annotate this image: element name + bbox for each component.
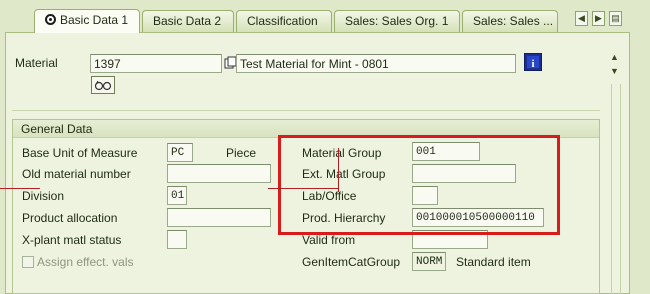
active-tab-icon <box>45 14 56 25</box>
tab-basic-data-2[interactable]: Basic Data 2 <box>142 10 234 32</box>
valid-from-field[interactable] <box>412 230 488 249</box>
tab-label: Sales: Sales Org. 1 <box>345 14 449 28</box>
division-field[interactable]: 01 <box>167 186 187 205</box>
tab-sales-more[interactable]: Sales: Sales ... <box>462 10 558 32</box>
lab-office-field[interactable] <box>412 186 438 205</box>
valid-from-label: Valid from <box>302 233 356 247</box>
assign-effect-label: Assign effect. vals <box>37 255 134 269</box>
tab-label: Basic Data 2 <box>153 14 222 28</box>
tab-scroll-right-icon[interactable]: ▶ <box>592 11 605 26</box>
assign-effect-checkbox[interactable] <box>22 256 34 268</box>
tab-strip: Basic Data 1 Basic Data 2 Classification… <box>0 0 650 33</box>
annotation-line <box>338 148 339 192</box>
material-group-label: Material Group <box>302 146 382 160</box>
product-allocation-field[interactable] <box>167 208 271 227</box>
base-uom-field[interactable]: PC <box>167 143 193 162</box>
old-material-label: Old material number <box>22 167 131 181</box>
division-label: Division <box>22 189 65 203</box>
svg-text:i: i <box>531 58 534 70</box>
material-label: Material <box>15 56 58 70</box>
gen-item-cat-label: GenItemCatGroup <box>302 255 401 269</box>
tab-basic-data-1[interactable]: Basic Data 1 <box>34 9 140 33</box>
base-uom-label: Base Unit of Measure <box>22 146 138 160</box>
xplant-status-field[interactable] <box>167 230 187 249</box>
group-title: General Data <box>13 120 599 138</box>
scroll-up-icon[interactable]: ▲ <box>610 52 619 62</box>
tab-list-icon[interactable]: ▤ <box>609 11 622 26</box>
gen-item-cat-field: NORM <box>412 252 446 271</box>
annotation-line <box>0 188 40 189</box>
tab-sales-org-1[interactable]: Sales: Sales Org. 1 <box>334 10 460 32</box>
prod-hierarchy-field[interactable]: 001000010500000110 <box>412 208 544 227</box>
lab-office-label: Lab/Office <box>302 189 357 203</box>
material-number-field[interactable]: 1397 <box>90 54 222 73</box>
material-group-field[interactable]: 001 <box>412 142 480 161</box>
info-icon[interactable]: i <box>524 53 542 71</box>
xplant-status-label: X-plant matl status <box>22 233 122 247</box>
material-description-field[interactable]: Test Material for Mint - 0801 <box>236 54 516 73</box>
display-glasses-icon[interactable] <box>91 76 115 94</box>
base-uom-text: Piece <box>226 146 257 160</box>
gen-item-cat-text: Standard item <box>456 255 531 269</box>
ext-matl-group-field[interactable] <box>412 164 516 183</box>
annotation-line <box>268 188 338 189</box>
old-material-field[interactable] <box>167 164 271 183</box>
vertical-scrollbar[interactable]: ▲ ▼ <box>608 44 624 294</box>
ext-matl-group-label: Ext. Matl Group <box>302 167 386 181</box>
scroll-track[interactable] <box>611 84 621 294</box>
prod-hierarchy-label: Prod. Hierarchy <box>302 211 386 225</box>
tab-scroll-left-icon[interactable]: ◀ <box>575 11 588 26</box>
tab-label: Basic Data 1 <box>60 13 129 27</box>
scroll-down-icon[interactable]: ▼ <box>610 66 619 76</box>
tab-classification[interactable]: Classification <box>236 10 332 32</box>
header-divider <box>12 110 600 111</box>
tab-label: Sales: Sales ... <box>473 14 554 28</box>
tab-label: Classification <box>247 14 318 28</box>
product-allocation-label: Product allocation <box>22 211 118 225</box>
